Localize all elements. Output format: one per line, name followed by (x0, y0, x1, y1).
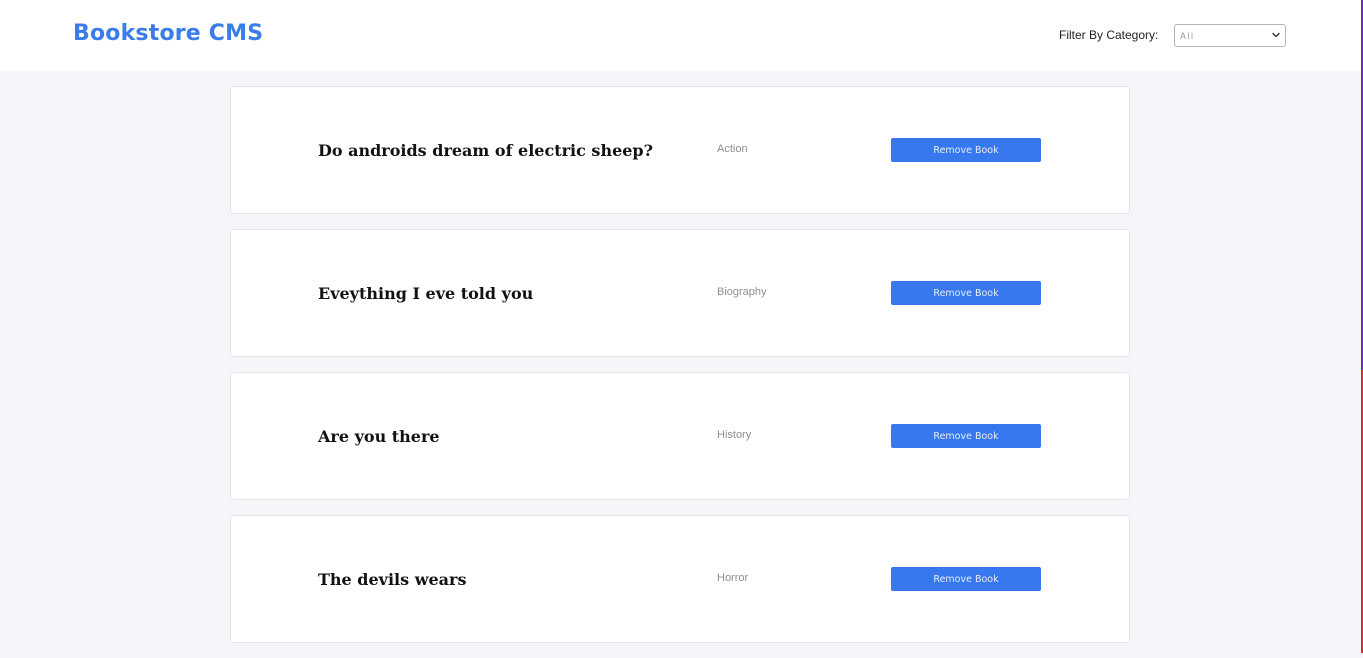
book-list: Do androids dream of electric sheep? Act… (230, 86, 1130, 658)
book-category: Horror (717, 572, 749, 584)
book-card: Are you there History Remove Book (230, 372, 1130, 500)
book-title: Eveything I eve told you (318, 284, 534, 303)
chevron-down-icon (1272, 32, 1280, 38)
filter-selected-value: All (1180, 30, 1195, 41)
book-category: Biography (717, 286, 767, 298)
book-title: The devils wears (318, 570, 467, 589)
book-title: Do androids dream of electric sheep? (318, 141, 653, 160)
book-card: The devils wears Horror Remove Book (230, 515, 1130, 643)
remove-book-button[interactable]: Remove Book (891, 138, 1041, 162)
remove-book-button[interactable]: Remove Book (891, 567, 1041, 591)
book-category: History (717, 429, 752, 441)
book-card: Do androids dream of electric sheep? Act… (230, 86, 1130, 214)
book-category: Action (717, 143, 748, 155)
app-header: Bookstore CMS Filter By Category: All (0, 0, 1361, 71)
book-title: Are you there (318, 427, 440, 446)
filter-label: Filter By Category: (1059, 28, 1159, 42)
remove-book-button[interactable]: Remove Book (891, 424, 1041, 448)
remove-book-button[interactable]: Remove Book (891, 281, 1041, 305)
book-card: Eveything I eve told you Biography Remov… (230, 229, 1130, 357)
category-filter-select[interactable]: All (1174, 24, 1286, 47)
brand-title: Bookstore CMS (73, 21, 264, 46)
